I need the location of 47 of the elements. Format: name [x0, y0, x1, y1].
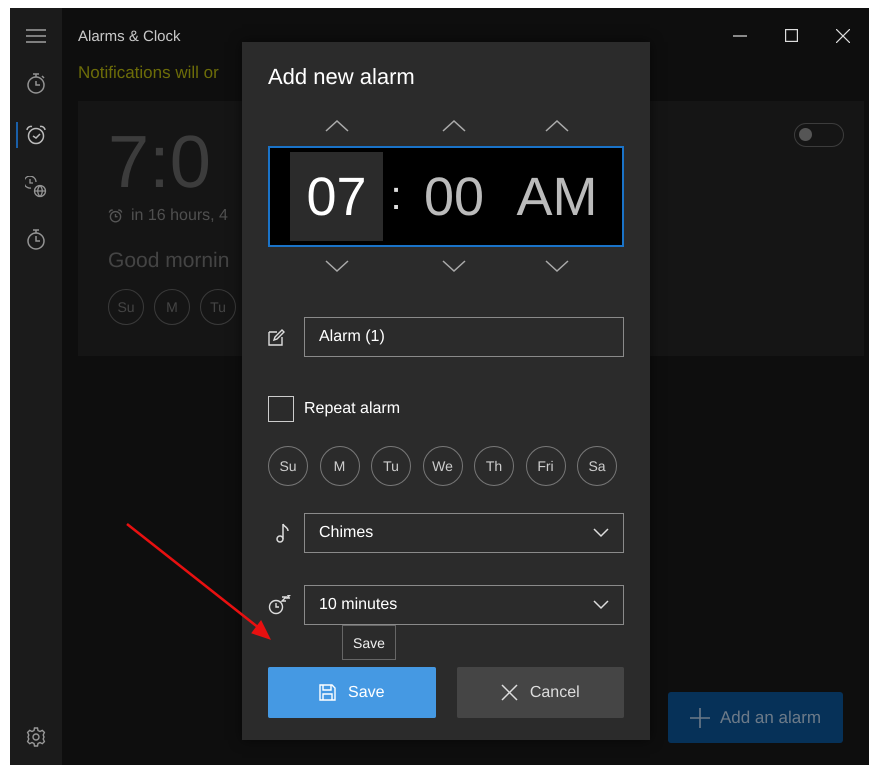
notification-message: Notifications will or	[78, 62, 219, 84]
day-toggle[interactable]: We	[422, 446, 462, 486]
close-icon[interactable]	[836, 29, 850, 43]
snooze-dropdown[interactable]: 10 minutes	[304, 585, 624, 625]
chevron-down-icon	[593, 600, 609, 610]
day-toggle[interactable]: Fri	[526, 446, 566, 486]
chevron-down-icon[interactable]	[442, 259, 466, 273]
chevron-down-icon	[593, 528, 609, 538]
pencil-icon	[268, 328, 285, 346]
cancel-button[interactable]: Cancel	[456, 667, 624, 718]
timer-icon[interactable]	[26, 72, 46, 94]
alarm-clock-icon	[108, 209, 123, 223]
checkbox[interactable]	[268, 396, 294, 422]
day-toggle[interactable]: Tu	[371, 446, 411, 486]
snooze-icon	[268, 595, 292, 615]
chevron-up-icon[interactable]	[442, 119, 466, 133]
day-toggle[interactable]: M	[320, 446, 360, 486]
alarm-name-field[interactable]: Alarm (1)	[304, 317, 624, 357]
time-spinner[interactable]: 00	[409, 152, 499, 241]
checkbox-label: Repeat alarm	[304, 400, 400, 418]
day-toggle[interactable]: Sa	[577, 446, 617, 486]
time-separator: :	[389, 173, 403, 220]
world-clock-icon[interactable]	[25, 176, 47, 198]
day-toggle[interactable]: Su	[268, 446, 308, 486]
settings-icon[interactable]	[26, 727, 46, 747]
save-icon	[319, 684, 336, 701]
chevron-up-icon[interactable]	[545, 119, 569, 133]
toggle-switch[interactable]	[794, 123, 844, 147]
window-title: Alarms & Clock	[78, 28, 182, 44]
chevron-up-icon[interactable]	[324, 119, 348, 133]
music-note-icon	[276, 523, 290, 543]
tooltip: Save	[342, 625, 396, 660]
time-spinner[interactable]: 07	[290, 152, 383, 241]
dialog-title: Add new alarm	[268, 64, 415, 90]
maximize-icon[interactable]	[785, 29, 798, 42]
plus-icon	[690, 708, 710, 728]
chevron-down-icon[interactable]	[324, 259, 348, 273]
stopwatch-icon[interactable]	[26, 228, 46, 250]
countdown-text: in 16 hours, 4	[131, 207, 228, 225]
menu-icon[interactable]	[26, 29, 46, 43]
time-picker[interactable]: 07 : 00 AM	[268, 146, 624, 247]
day-toggle[interactable]: Th	[474, 446, 514, 486]
close-icon	[500, 684, 518, 701]
sound-dropdown[interactable]: Chimes	[304, 513, 624, 553]
time-spinner[interactable]: AM	[509, 152, 605, 241]
chevron-down-icon[interactable]	[545, 259, 569, 273]
alarm-clock-icon[interactable]	[25, 125, 47, 145]
